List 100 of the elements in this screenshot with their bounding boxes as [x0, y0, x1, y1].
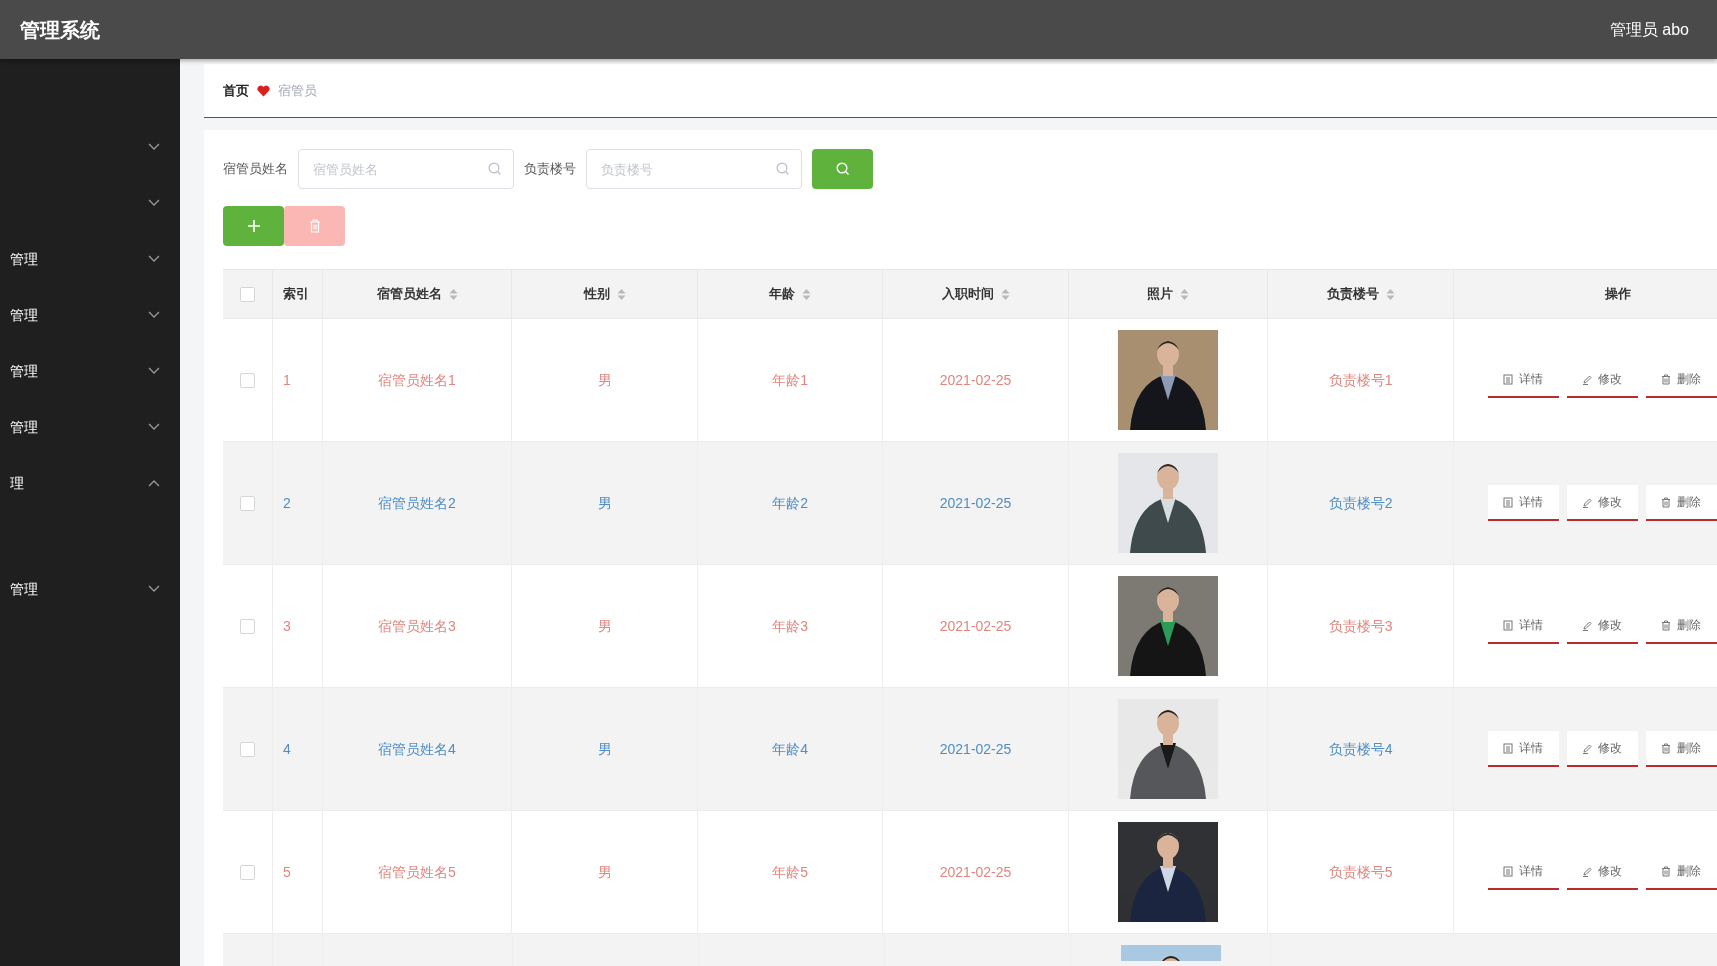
document-icon [1503, 373, 1514, 385]
app-title: 管理系统 [20, 17, 100, 43]
table-cell-text: 3 [282, 616, 291, 636]
table-cell-text: 负责楼号1 [1328, 370, 1393, 390]
table-cell-text: 5 [282, 862, 291, 882]
checkbox[interactable] [239, 495, 255, 511]
sidebar-item[interactable]: 管理 [0, 399, 180, 455]
table-cell-text: 年龄1 [772, 370, 808, 390]
document-icon [1503, 496, 1514, 508]
table-cell-text: 宿管员姓名3 [378, 616, 456, 636]
column-header: 索引 [282, 285, 309, 304]
column-header: 性别 [583, 285, 610, 304]
trash-icon [1661, 496, 1672, 508]
table-cell-text: 年龄3 [772, 616, 808, 636]
action-button[interactable]: 详情 [1487, 485, 1559, 521]
checkbox[interactable] [239, 864, 255, 880]
column-header: 操作 [1604, 285, 1631, 304]
plus-icon [246, 219, 261, 233]
table-cell-text: 年龄4 [772, 739, 808, 759]
sort-icon[interactable] [1180, 287, 1190, 301]
chevron-icon [148, 199, 160, 207]
table-cell-text: 负责楼号5 [1328, 862, 1393, 882]
column-header: 入职时间 [941, 285, 994, 304]
table-cell-text: 男 [597, 616, 612, 636]
sidebar-item[interactable]: 管理 [0, 343, 180, 399]
document-icon [1503, 865, 1514, 877]
search-field[interactable]: 负责楼号 [586, 149, 802, 189]
sidebar-item[interactable]: 管理 [0, 287, 180, 343]
trash-icon [1661, 619, 1672, 631]
sidebar-item[interactable]: 管理 [0, 231, 180, 287]
table-cell-text: 男 [597, 370, 612, 390]
filter-label: 宿管员姓名 [223, 160, 288, 179]
table-cell-text: 男 [597, 493, 612, 513]
table-cell-text: 2021-02-25 [939, 862, 1012, 882]
trash-icon [308, 219, 321, 233]
trash-icon [1661, 742, 1672, 754]
sort-icon[interactable] [616, 287, 626, 301]
table-cell-text: 2021-02-25 [939, 616, 1012, 636]
chevron-icon [148, 367, 160, 375]
action-button[interactable]: 修改 [1566, 485, 1638, 521]
add-button[interactable] [223, 206, 284, 246]
trash-icon [1661, 865, 1672, 877]
table-cell-text: 宿管员姓名1 [378, 370, 456, 390]
pencil-icon [1582, 373, 1593, 385]
checkbox[interactable] [239, 286, 255, 302]
checkbox[interactable] [239, 741, 255, 757]
action-button[interactable]: 删除 [1645, 485, 1717, 521]
chevron-icon [148, 255, 160, 263]
checkbox[interactable] [239, 618, 255, 634]
heart-icon [257, 84, 270, 97]
action-button[interactable]: 详情 [1487, 731, 1559, 767]
chevron-icon [148, 423, 160, 431]
table-cell-text: 男 [597, 862, 612, 882]
search-icon [835, 162, 850, 176]
chevron-icon [148, 311, 160, 319]
sort-icon[interactable] [1385, 287, 1395, 301]
sort-icon[interactable] [1000, 287, 1010, 301]
chevron-icon [148, 479, 160, 487]
table-cell-text: 2021-02-25 [939, 370, 1012, 390]
breadcrumb-link[interactable]: 首页 [223, 80, 249, 101]
table-cell-text: 宿管员姓名2 [378, 493, 456, 513]
search-icon [776, 162, 790, 176]
search-field[interactable]: 宿管员姓名 [298, 149, 514, 189]
table-cell-text: 宿管员姓名5 [378, 862, 456, 882]
table-cell-text: 2021-02-25 [939, 493, 1012, 513]
sort-icon[interactable] [448, 287, 458, 301]
user-label: 管理员 abo [1609, 19, 1689, 40]
pencil-icon [1582, 619, 1593, 631]
sidebar-item[interactable]: 管理 [0, 561, 180, 617]
table-cell-text: 男 [597, 739, 612, 759]
column-header: 负责楼号 [1326, 285, 1379, 304]
sidebar-item[interactable]: 理 [0, 455, 180, 511]
pencil-icon [1582, 742, 1593, 754]
column-header: 宿管员姓名 [376, 285, 442, 304]
table-cell-text: 年龄2 [772, 493, 808, 513]
chevron-icon [148, 585, 160, 593]
table-cell-text: 负责楼号2 [1328, 493, 1393, 513]
pencil-icon [1582, 496, 1593, 508]
chevron-icon [148, 143, 160, 151]
table-cell-text: 负责楼号4 [1328, 739, 1393, 759]
search-icon [488, 162, 502, 176]
column-header: 照片 [1147, 285, 1174, 304]
table-cell-text: 2021-02-25 [939, 739, 1012, 759]
column-header: 年龄 [769, 285, 796, 304]
sort-icon[interactable] [802, 287, 812, 301]
table-cell-text: 宿管员姓名4 [378, 739, 456, 759]
table-cell-text: 负责楼号3 [1328, 616, 1393, 636]
table-cell-text: 2 [282, 493, 291, 513]
action-button[interactable]: 删除 [1645, 731, 1717, 767]
document-icon [1503, 619, 1514, 631]
table-cell-text: 年龄5 [772, 862, 808, 882]
table-cell-text: 1 [282, 370, 291, 390]
search-button[interactable] [812, 149, 873, 189]
checkbox[interactable] [239, 372, 255, 388]
pencil-icon [1582, 865, 1593, 877]
filter-label: 负责楼号 [524, 160, 576, 179]
action-button[interactable]: 修改 [1566, 731, 1638, 767]
document-icon [1503, 742, 1514, 754]
trash-icon [1661, 373, 1672, 385]
table-cell-text: 4 [282, 739, 291, 759]
